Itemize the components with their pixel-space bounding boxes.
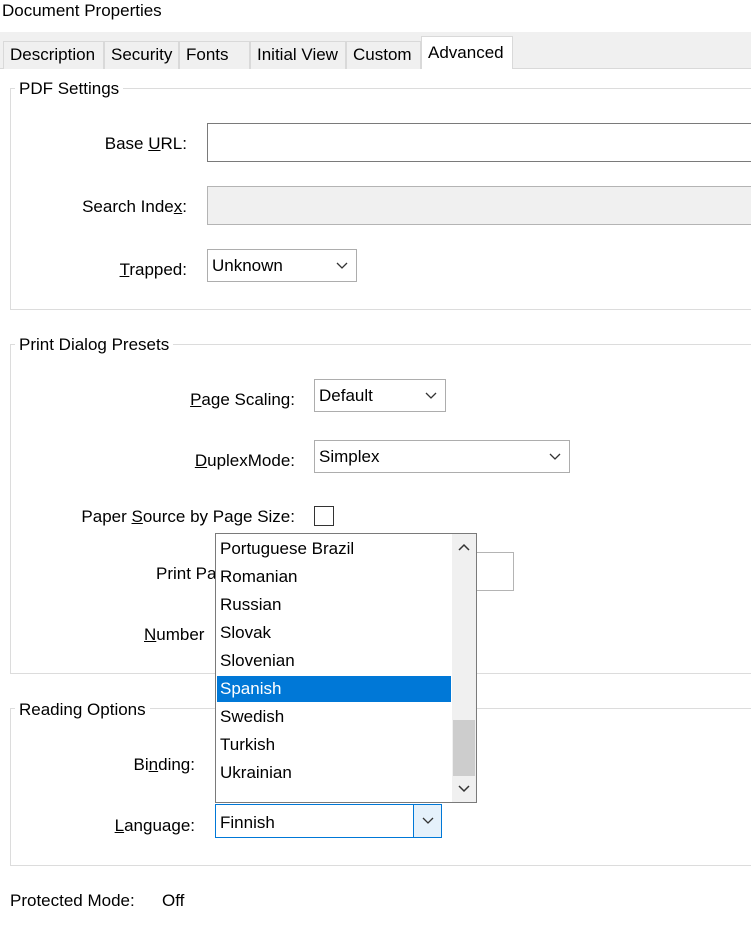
- page-scaling-label: Page Scaling:: [190, 390, 295, 409]
- chevron-down-icon: [541, 441, 569, 472]
- language-option-ukrainian[interactable]: Ukrainian: [217, 760, 451, 786]
- print-presets-legend: Print Dialog Presets: [15, 335, 174, 355]
- print-range-label: Print Pa: [156, 564, 217, 583]
- dropdown-scrollbar[interactable]: [452, 534, 476, 802]
- tab-fonts[interactable]: Fonts: [179, 41, 250, 69]
- page-scaling-select[interactable]: Default: [314, 379, 446, 412]
- base-url-label: Base URL:: [104, 134, 187, 153]
- language-option-slovak[interactable]: Slovak: [217, 620, 451, 646]
- search-index-input[interactable]: [207, 186, 751, 225]
- binding-label: Binding:: [133, 755, 195, 774]
- protected-mode-value: Off: [162, 891, 185, 910]
- trapped-value: Unknown: [212, 256, 283, 275]
- reading-options-legend: Reading Options: [15, 700, 150, 720]
- tab-custom[interactable]: Custom: [346, 41, 421, 69]
- language-option-spanish[interactable]: Spanish: [217, 676, 451, 702]
- duplex-mode-select[interactable]: Simplex: [314, 440, 570, 473]
- chevron-down-icon: [417, 380, 445, 411]
- scrollbar-thumb[interactable]: [453, 720, 475, 776]
- trapped-label: Trapped:: [119, 260, 187, 279]
- language-value: Finnish: [220, 813, 275, 832]
- chevron-down-icon: [413, 805, 441, 837]
- language-option-slovenian[interactable]: Slovenian: [217, 648, 451, 674]
- language-option-russian[interactable]: Russian: [217, 592, 451, 618]
- base-url-input[interactable]: [207, 123, 751, 162]
- chevron-down-icon[interactable]: [452, 776, 476, 802]
- pdf-settings-legend: PDF Settings: [15, 79, 124, 99]
- tab-advanced[interactable]: Advanced: [421, 36, 513, 70]
- language-label: Language:: [114, 816, 195, 835]
- language-dropdown-list[interactable]: Portuguese Brazil Romanian Russian Slova…: [215, 533, 477, 803]
- trapped-select[interactable]: Unknown: [207, 249, 357, 282]
- page-scaling-value: Default: [319, 386, 373, 405]
- tab-description[interactable]: Description: [3, 41, 104, 69]
- tab-security[interactable]: Security: [104, 41, 179, 69]
- paper-source-checkbox[interactable]: [314, 506, 334, 526]
- window-title: Document Properties: [2, 1, 162, 20]
- number-of-copies-label: Number: [144, 625, 205, 644]
- search-index-label: Search Index:: [82, 197, 187, 216]
- language-option-turkish[interactable]: Turkish: [217, 732, 451, 758]
- duplex-mode-label: DuplexMode:: [194, 451, 295, 470]
- language-select[interactable]: Finnish: [215, 804, 442, 838]
- paper-source-label: Paper Source by Page Size:: [81, 507, 295, 526]
- duplex-mode-value: Simplex: [319, 447, 380, 466]
- protected-mode-label: Protected Mode:: [10, 891, 135, 910]
- language-option-swedish[interactable]: Swedish: [217, 704, 451, 730]
- tab-initial-view[interactable]: Initial View: [250, 41, 346, 69]
- language-option-portuguese-brazil[interactable]: Portuguese Brazil: [217, 536, 451, 562]
- chevron-up-icon[interactable]: [452, 534, 476, 560]
- chevron-down-icon: [328, 250, 356, 281]
- language-option-romanian[interactable]: Romanian: [217, 564, 451, 590]
